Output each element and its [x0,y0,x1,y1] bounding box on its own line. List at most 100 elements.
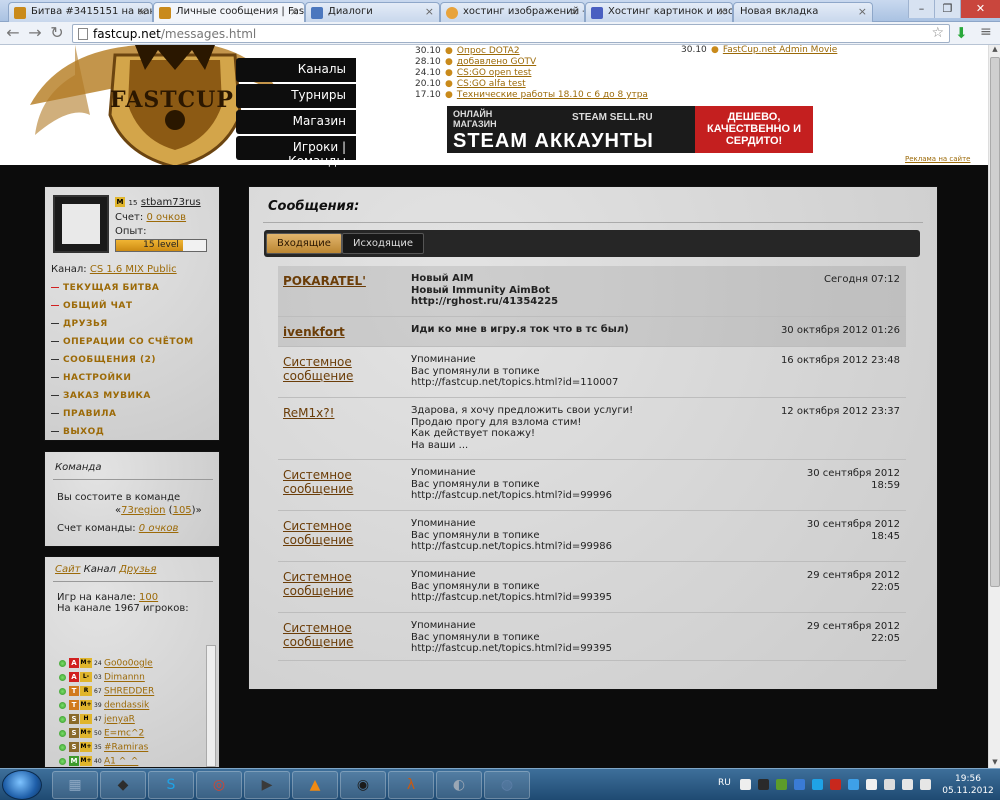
message-sender-link[interactable]: Системное сообщение [283,468,398,496]
scrollbar-thumb[interactable] [990,57,1000,587]
player-nick-link[interactable]: E=mc^2 [104,729,144,739]
message-sender-link[interactable]: Системное сообщение [283,621,398,649]
vlc-icon[interactable]: ▲ [292,771,338,799]
tray-app-icon[interactable] [830,779,841,790]
menu-icon[interactable]: ≡ [980,24,992,40]
browser-tab-picture-hosting[interactable]: Хостинг картинок и изоб × [585,2,733,22]
message-row[interactable]: POKARATEL' Новый AIM Новый Immunity AimBot… [278,266,906,317]
player-nick-link[interactable]: jenyaR [104,715,135,725]
message-sender-link[interactable]: Системное сообщение [283,519,398,547]
player-nick-link[interactable]: #Ramiras [104,743,148,753]
tray-steam-icon[interactable] [758,779,769,790]
player-nick-link[interactable]: dendassik [104,701,149,711]
menu-general-chat[interactable]: ОБЩИЙ ЧАТ [51,301,133,311]
maximize-icon[interactable]: ❐ [934,0,960,18]
channel-link[interactable]: CS 1.6 MIX Public [90,264,177,275]
menu-account-operations[interactable]: ОПЕРАЦИИ СО СЧЁТОМ [51,337,194,347]
tray-skype-icon[interactable] [812,779,823,790]
page-scrollbar[interactable]: ▲ ▼ [988,45,1000,768]
news-link[interactable]: добавлено GOTV [457,57,536,67]
news-link[interactable]: Опрос DOTA2 [457,46,520,56]
steam-icon[interactable]: ◉ [340,771,386,799]
skype-icon[interactable]: S [148,771,194,799]
player-list-scrollbar[interactable] [206,645,216,767]
tab-close-icon[interactable]: × [718,5,727,18]
tab-close-icon[interactable]: × [138,5,147,18]
tray-app-icon[interactable] [794,779,805,790]
chrome-icon[interactable]: ◎ [196,771,242,799]
nav-channels[interactable]: Каналы [236,58,356,82]
browser-tab-dialogs[interactable]: Диалоги × [305,2,440,22]
scroll-down-icon[interactable]: ▼ [989,758,1000,768]
flag-icon[interactable] [884,779,895,790]
tray-app-icon[interactable] [866,779,877,790]
calculator-icon[interactable]: ▦ [52,771,98,799]
message-sender-link[interactable]: Системное сообщение [283,570,398,598]
tab-friends[interactable]: Друзья [119,564,156,575]
back-arrow-icon[interactable]: ← [4,24,22,42]
nav-shop[interactable]: Магазин [236,110,356,134]
download-arrow-icon[interactable]: ⬇ [955,24,968,42]
message-row[interactable]: ivenkfort Иди ко мне в игру.я ток что в т… [278,317,906,347]
message-row[interactable]: ReM1x?! Здарова, я хочу предложить свои у… [278,398,906,460]
news-link[interactable]: CS:GO open test [457,68,532,78]
message-sender-link[interactable]: ivenkfort [283,325,398,339]
reload-icon[interactable]: ↻ [48,24,66,42]
menu-logout[interactable]: ВЫХОД [51,427,104,437]
username-link[interactable]: stbam73rus [141,197,201,208]
half-life-icon[interactable]: λ [388,771,434,799]
tray-app-icon[interactable] [740,779,751,790]
tab-close-icon[interactable]: × [290,5,299,18]
window-close-icon[interactable]: ✕ [960,0,1000,18]
scroll-up-icon[interactable]: ▲ [989,45,1000,55]
news-link[interactable]: Технические работы 18.10 с 6 до 8 утра [457,90,648,100]
speaker-app-icon[interactable]: ◐ [436,771,482,799]
tab-close-icon[interactable]: × [570,5,579,18]
menu-movie-order[interactable]: ЗАКАЗ МУВИКА [51,391,151,401]
volume-icon[interactable] [920,779,931,790]
message-sender-link[interactable]: POKARATEL' [283,274,398,288]
tab-outbox[interactable]: Исходящие [342,233,425,254]
tray-app-icon[interactable] [776,779,787,790]
message-sender-link[interactable]: Системное сообщение [283,355,398,383]
menu-current-battle[interactable]: ТЕКУЩАЯ БИТВА [51,283,159,293]
aimp-icon[interactable]: ◆ [100,771,146,799]
tab-channel[interactable]: Канал [84,564,116,575]
menu-friends[interactable]: ДРУЗЬЯ [51,319,108,329]
message-row[interactable]: Системное сообщение Упоминание Вас упомяну… [278,460,906,511]
menu-settings[interactable]: НАСТРОЙКИ [51,373,131,383]
score-link[interactable]: 0 очков [146,212,186,223]
tab-close-icon[interactable]: × [858,5,867,18]
news-link[interactable]: FastCup.net Admin Movie [723,45,837,55]
browser-tab-battle[interactable]: Битва #3415151 на канал × [8,2,153,22]
media-player-icon[interactable]: ▶ [244,771,290,799]
nav-tournaments[interactable]: Турниры [236,84,356,108]
tab-inbox[interactable]: Входящие [266,233,342,254]
avatar[interactable] [53,195,109,253]
steam-sell-banner[interactable]: ОНЛАЙН МАГАЗИН STEAM SELL.RU STEAM АККАУН… [447,106,813,153]
message-row[interactable]: Системное сообщение Упоминание Вас упомяну… [278,562,906,613]
player-nick-link[interactable]: Dimannn [104,673,145,683]
message-row[interactable]: Системное сообщение Упоминание Вас упомяну… [278,347,906,398]
browser-tab-image-hosting[interactable]: хостинг изображений - Я × [440,2,585,22]
menu-messages[interactable]: СООБЩЕНИЯ (2) [51,355,156,365]
ad-link[interactable]: Реклама на сайте [905,155,970,163]
team-score-link[interactable]: 0 очков [139,523,179,534]
news-link[interactable]: CS:GO alfa test [457,79,526,89]
sound-app-icon[interactable]: ◍ [484,771,530,799]
message-row[interactable]: Системное сообщение Упоминание Вас упомяну… [278,511,906,562]
team-link[interactable]: 73region [121,505,165,516]
player-nick-link[interactable]: SHREDDER [104,687,154,697]
browser-tab-messages[interactable]: Личные сообщения | Fas × [153,2,305,23]
forward-arrow-icon[interactable]: → [26,24,44,42]
address-bar[interactable]: fastcup.net/messages.html ☆ [72,24,950,43]
nav-players-teams[interactable]: Игроки | Команды [236,136,356,168]
tab-site[interactable]: Сайт [55,564,80,575]
tray-app-icon[interactable] [848,779,859,790]
clock[interactable]: 19:56 05.11.2012 [942,773,994,797]
start-button[interactable] [2,770,42,800]
player-nick-link[interactable]: A1 ^_^ [104,757,138,767]
browser-tab-new[interactable]: Новая вкладка × [733,2,873,22]
message-row[interactable]: Системное сообщение Упоминание Вас упомяну… [278,613,906,661]
language-indicator[interactable]: RU [718,778,731,788]
